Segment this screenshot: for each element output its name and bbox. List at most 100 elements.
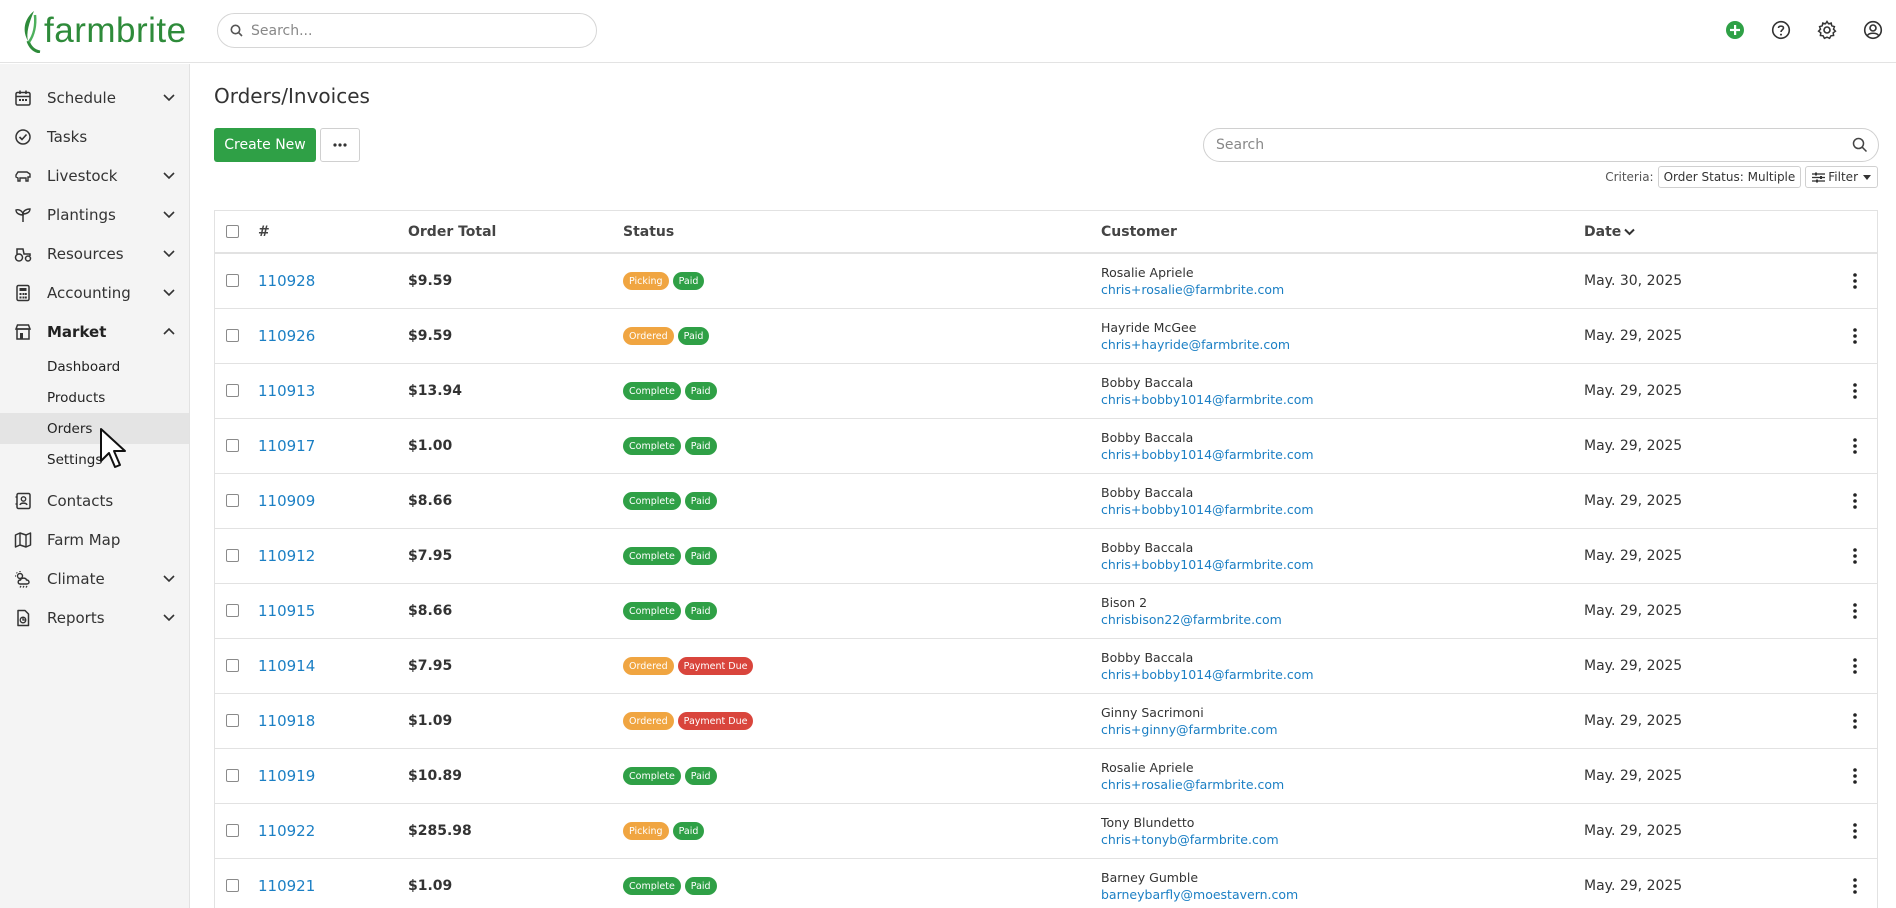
customer-email-link[interactable]: barneybarfly@moestavern.com — [1101, 886, 1298, 903]
row-checkbox[interactable] — [226, 274, 239, 287]
help-button[interactable] — [1758, 16, 1804, 44]
sidebar-item-climate[interactable]: Climate — [0, 559, 189, 598]
order-number-link[interactable]: 110912 — [258, 547, 315, 565]
search-icon[interactable] — [1852, 137, 1868, 153]
order-number-link[interactable]: 110917 — [258, 437, 315, 455]
sidebar-item-schedule[interactable]: Schedule — [0, 78, 189, 117]
table-row[interactable]: 110928 $9.59 Picking Paid Rosalie Apriele chr… — [215, 254, 1877, 309]
chevron-down-icon[interactable] — [163, 168, 175, 184]
customer-email-link[interactable]: chris+rosalie@farmbrite.com — [1101, 281, 1284, 298]
row-actions-button[interactable] — [1845, 821, 1865, 841]
row-actions-button[interactable] — [1845, 876, 1865, 896]
market-subitem-orders[interactable]: Orders — [0, 413, 189, 444]
customer-email-link[interactable]: chrisbison22@farmbrite.com — [1101, 611, 1282, 628]
row-actions-button[interactable] — [1845, 546, 1865, 566]
customer-email-link[interactable]: chris+ginny@farmbrite.com — [1101, 721, 1278, 738]
chevron-down-icon[interactable] — [163, 207, 175, 223]
row-checkbox[interactable] — [226, 659, 239, 672]
sidebar-item-resources[interactable]: Resources — [0, 234, 189, 273]
row-checkbox[interactable] — [226, 329, 239, 342]
row-actions-button[interactable] — [1845, 601, 1865, 621]
filter-button[interactable]: Filter — [1805, 166, 1878, 188]
customer-email-link[interactable]: chris+bobby1014@farmbrite.com — [1101, 446, 1314, 463]
select-all-checkbox[interactable] — [226, 225, 239, 238]
table-row[interactable]: 110918 $1.09 Ordered Payment Due Ginny Sacri… — [215, 694, 1877, 749]
customer-email-link[interactable]: chris+bobby1014@farmbrite.com — [1101, 391, 1314, 408]
row-checkbox[interactable] — [226, 549, 239, 562]
global-search[interactable] — [217, 13, 597, 48]
sidebar-item-farm-map[interactable]: Farm Map — [0, 520, 189, 559]
table-row[interactable]: 110913 $13.94 Complete Paid Bobby Baccala chr… — [215, 364, 1877, 419]
table-row[interactable]: 110921 $1.09 Complete Paid Barney Gumble barn… — [215, 859, 1877, 908]
order-number-link[interactable]: 110926 — [258, 327, 315, 345]
market-subitem-settings[interactable]: Settings — [0, 444, 189, 475]
chevron-down-icon[interactable] — [163, 90, 175, 106]
sidebar-item-contacts[interactable]: Contacts — [0, 481, 189, 520]
row-checkbox[interactable] — [226, 494, 239, 507]
order-number-link[interactable]: 110913 — [258, 382, 315, 400]
row-checkbox[interactable] — [226, 384, 239, 397]
row-actions-button[interactable] — [1845, 436, 1865, 456]
sidebar-item-market[interactable]: Market — [0, 312, 189, 351]
row-actions-button[interactable] — [1845, 326, 1865, 346]
table-row[interactable]: 110915 $8.66 Complete Paid Bison 2 chrisbison… — [215, 584, 1877, 639]
market-subitem-products[interactable]: Products — [0, 382, 189, 413]
table-row[interactable]: 110922 $285.98 Picking Paid Tony Blundetto ch… — [215, 804, 1877, 859]
order-number-link[interactable]: 110919 — [258, 767, 315, 785]
order-number-link[interactable]: 110909 — [258, 492, 315, 510]
sidebar-item-tasks[interactable]: Tasks — [0, 117, 189, 156]
header-status[interactable]: Status — [623, 224, 674, 240]
customer-email-link[interactable]: chris+bobby1014@farmbrite.com — [1101, 501, 1314, 518]
chevron-down-icon[interactable] — [163, 285, 175, 301]
customer-email-link[interactable]: chris+bobby1014@farmbrite.com — [1101, 556, 1314, 573]
create-new-button[interactable]: Create New — [214, 128, 316, 162]
chevron-down-icon[interactable] — [163, 610, 175, 626]
sidebar-item-plantings[interactable]: Plantings — [0, 195, 189, 234]
row-actions-button[interactable] — [1845, 766, 1865, 786]
header-customer[interactable]: Customer — [1101, 224, 1177, 240]
settings-button[interactable] — [1804, 16, 1850, 44]
table-row[interactable]: 110917 $1.00 Complete Paid Bobby Baccala chri… — [215, 419, 1877, 474]
sidebar-item-livestock[interactable]: Livestock — [0, 156, 189, 195]
order-number-link[interactable]: 110915 — [258, 602, 315, 620]
table-row[interactable]: 110912 $7.95 Complete Paid Bobby Baccala chri… — [215, 529, 1877, 584]
row-actions-button[interactable] — [1845, 711, 1865, 731]
row-checkbox[interactable] — [226, 769, 239, 782]
order-number-link[interactable]: 110914 — [258, 657, 315, 675]
table-row[interactable]: 110926 $9.59 Ordered Paid Hayride McGee chris… — [215, 309, 1877, 364]
global-search-input[interactable] — [251, 22, 571, 39]
chevron-down-icon[interactable] — [163, 246, 175, 262]
row-actions-button[interactable] — [1845, 656, 1865, 676]
customer-email-link[interactable]: chris+bobby1014@farmbrite.com — [1101, 666, 1314, 683]
criteria-pill[interactable]: Order Status: Multiple — [1657, 166, 1802, 188]
customer-email-link[interactable]: chris+hayride@farmbrite.com — [1101, 336, 1290, 353]
row-checkbox[interactable] — [226, 824, 239, 837]
row-checkbox[interactable] — [226, 714, 239, 727]
sidebar-item-reports[interactable]: Reports — [0, 598, 189, 637]
row-actions-button[interactable] — [1845, 381, 1865, 401]
add-button[interactable] — [1712, 16, 1758, 44]
chevron-up-icon[interactable] — [163, 324, 175, 340]
customer-email-link[interactable]: chris+rosalie@farmbrite.com — [1101, 776, 1284, 793]
more-options-button[interactable] — [320, 128, 360, 162]
order-number-link[interactable]: 110918 — [258, 712, 315, 730]
farmbrite-logo[interactable]: farmbrite — [20, 8, 187, 54]
order-number-link[interactable]: 110922 — [258, 822, 315, 840]
header-order-total[interactable]: Order Total — [408, 224, 496, 240]
market-subitem-dashboard[interactable]: Dashboard — [0, 351, 189, 382]
orders-search-input[interactable] — [1216, 137, 1816, 153]
table-row[interactable]: 110919 $10.89 Complete Paid Rosalie Apriele c… — [215, 749, 1877, 804]
order-number-link[interactable]: 110921 — [258, 877, 315, 895]
orders-search[interactable] — [1203, 128, 1879, 162]
header-date-sort[interactable]: Date — [1584, 224, 1635, 240]
row-actions-button[interactable] — [1845, 491, 1865, 511]
account-button[interactable] — [1850, 16, 1896, 44]
row-checkbox[interactable] — [226, 879, 239, 892]
sidebar-item-accounting[interactable]: Accounting — [0, 273, 189, 312]
chevron-down-icon[interactable] — [163, 571, 175, 587]
row-checkbox[interactable] — [226, 604, 239, 617]
table-row[interactable]: 110909 $8.66 Complete Paid Bobby Baccala chri… — [215, 474, 1877, 529]
table-row[interactable]: 110914 $7.95 Ordered Payment Due Bobby Bacca… — [215, 639, 1877, 694]
customer-email-link[interactable]: chris+tonyb@farmbrite.com — [1101, 831, 1279, 848]
order-number-link[interactable]: 110928 — [258, 272, 315, 290]
